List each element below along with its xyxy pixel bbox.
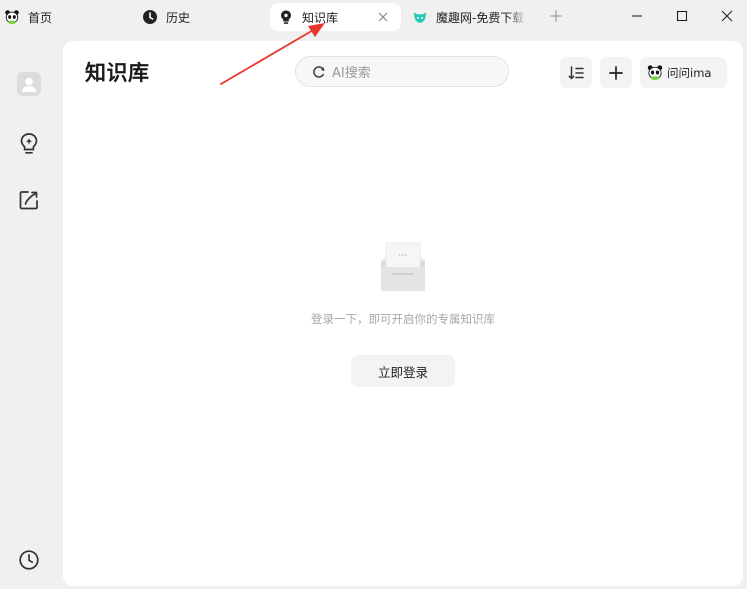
maximize-button[interactable] [660, 0, 704, 32]
tab-home[interactable]: 首页 [4, 3, 114, 31]
tab-moqu[interactable]: 魔趣网-免费下载 [412, 3, 528, 31]
edit-note-icon[interactable] [16, 187, 42, 213]
add-button[interactable] [600, 57, 632, 88]
sort-button[interactable] [560, 57, 592, 88]
panda-icon [4, 9, 20, 25]
tab-label: 历史 [166, 10, 191, 25]
ask-ima-label: 问问ima [667, 65, 712, 80]
clock-icon [142, 9, 158, 25]
empty-inbox-icon [377, 241, 429, 293]
close-window-button[interactable] [705, 0, 747, 32]
search-placeholder: AI搜索 [332, 66, 371, 81]
tab-close-icon[interactable] [375, 9, 391, 25]
lightbulb-icon[interactable] [16, 131, 42, 157]
sort-icon [568, 65, 584, 79]
tab-label: 首页 [28, 10, 53, 25]
panda-icon [646, 64, 664, 81]
avatar[interactable] [16, 71, 42, 97]
main-panel: 知识库 AI搜索 问问ima 登录一下，即可开启你的专属知识库 立即登录 [63, 41, 743, 586]
page-title: 知识库 [85, 61, 150, 85]
empty-state-message: 登录一下，即可开启你的专属知识库 [311, 312, 495, 326]
annotation-arrow [220, 23, 325, 85]
minimize-button[interactable] [615, 0, 659, 32]
tab-label: 魔趣网-免费下载 [436, 10, 525, 25]
login-button[interactable]: 立即登录 [351, 355, 455, 387]
plus-icon [609, 65, 623, 80]
site-logo-icon [412, 9, 428, 25]
new-tab-icon[interactable] [548, 8, 564, 24]
history-clock-icon[interactable] [16, 547, 42, 573]
ask-ima-button[interactable]: 问问ima [640, 57, 727, 88]
